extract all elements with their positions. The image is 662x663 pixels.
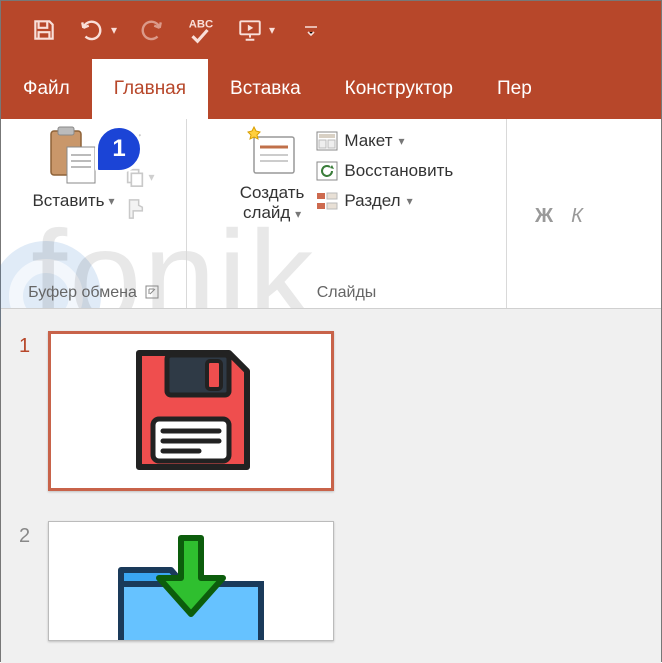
thumbnail-number: 2 <box>19 521 30 548</box>
floppy-disk-icon <box>121 341 261 481</box>
spelling-icon[interactable]: ABC <box>185 15 215 45</box>
layout-button[interactable]: Макет▾ <box>316 131 453 151</box>
slide-thumbnail-2[interactable] <box>48 521 334 641</box>
tab-home[interactable]: Главная <box>92 59 208 119</box>
new-slide-icon <box>244 125 300 181</box>
slide-panel: 1 2 <box>1 309 661 663</box>
format-painter-icon[interactable] <box>123 198 155 225</box>
tab-design[interactable]: Конструктор <box>323 59 475 119</box>
ribbon-tabs: Файл Главная Вставка Конструктор Пер <box>1 59 661 119</box>
group-clipboard-label: Буфер обмена <box>28 284 137 302</box>
section-label: Раздел <box>344 191 400 211</box>
thumbnail-row: 2 <box>19 521 381 641</box>
section-icon <box>316 191 338 211</box>
customize-qat-icon[interactable] <box>303 22 319 38</box>
callout-badge: 1 <box>95 125 143 173</box>
layout-label: Макет <box>344 131 392 151</box>
group-slides-label: Слайды <box>317 284 377 302</box>
undo-icon[interactable]: ▾ <box>77 17 117 43</box>
paste-label: Вставить <box>32 191 104 211</box>
italic-button[interactable]: К <box>571 205 583 228</box>
clipboard-dialog-launcher-icon[interactable] <box>145 285 159 302</box>
reset-icon <box>316 161 338 181</box>
new-slide-button[interactable]: Создать слайд ▾ <box>240 125 305 224</box>
slide-thumbnail-1[interactable] <box>48 331 334 491</box>
tab-transitions[interactable]: Пер <box>475 59 554 119</box>
quick-access-toolbar: ▾ ABC ▾ <box>1 1 661 59</box>
layout-icon <box>316 131 338 151</box>
reset-label: Восстановить <box>344 161 453 181</box>
tab-insert[interactable]: Вставка <box>208 59 323 119</box>
thumbnail-number: 1 <box>19 331 30 358</box>
tab-file[interactable]: Файл <box>1 59 92 119</box>
group-slides: Создать слайд ▾ Макет▾ Восстановить Разд… <box>187 119 507 308</box>
bold-button[interactable]: Ж <box>535 205 553 228</box>
section-button[interactable]: Раздел▾ <box>316 191 453 211</box>
start-slideshow-icon[interactable]: ▾ <box>235 17 275 43</box>
reset-button[interactable]: Восстановить <box>316 161 453 181</box>
group-clipboard: Вставить▾ ▾ Буфер обмена <box>1 119 187 308</box>
save-icon[interactable] <box>31 17 57 43</box>
thumbnail-list: 1 2 <box>1 309 381 663</box>
folder-download-icon <box>101 530 281 641</box>
group-font: Ж К <box>507 119 611 308</box>
clipboard-icon <box>45 125 101 187</box>
thumbnail-row: 1 <box>19 331 381 491</box>
svg-text:ABC: ABC <box>189 19 213 31</box>
redo-icon[interactable] <box>137 17 165 43</box>
